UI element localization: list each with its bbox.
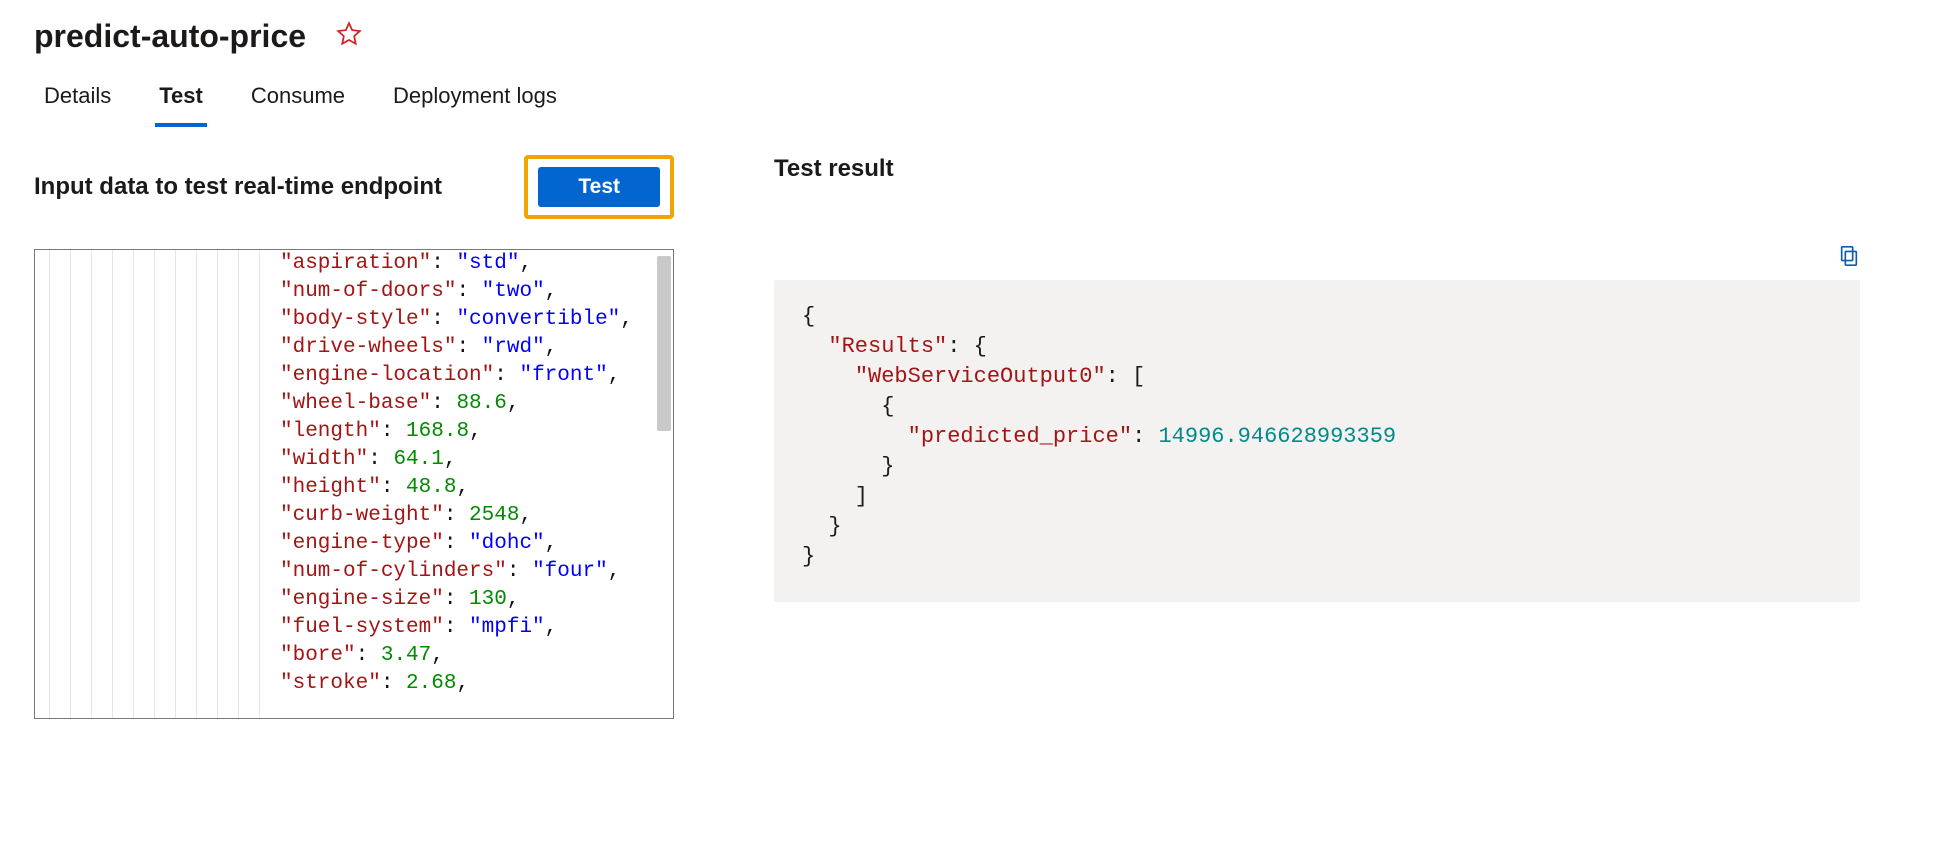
favorite-star-icon[interactable] [336, 21, 362, 52]
editor-indent-guides [35, 250, 280, 718]
tab-details[interactable]: Details [40, 77, 115, 127]
tab-deployment-logs[interactable]: Deployment logs [389, 77, 561, 127]
test-button-highlight: Test [524, 155, 674, 219]
editor-scrollbar-thumb[interactable] [657, 256, 671, 431]
tab-test[interactable]: Test [155, 77, 207, 127]
copy-result-icon[interactable] [1838, 243, 1860, 274]
test-result-output: { "Results": { "WebServiceOutput0": [ { … [774, 280, 1860, 602]
test-button[interactable]: Test [538, 167, 660, 207]
tab-consume[interactable]: Consume [247, 77, 349, 127]
page-header: predict-auto-price [0, 0, 1934, 65]
result-section-title: Test result [774, 155, 1860, 183]
input-json-editor[interactable]: "fuel-type": "gas","aspiration": "std", … [34, 249, 674, 719]
tab-bar: Details Test Consume Deployment logs [0, 77, 1934, 127]
page-title: predict-auto-price [34, 18, 306, 55]
input-section-title: Input data to test real-time endpoint [34, 173, 442, 201]
input-json-code[interactable]: "fuel-type": "gas","aspiration": "std", … [280, 250, 673, 718]
